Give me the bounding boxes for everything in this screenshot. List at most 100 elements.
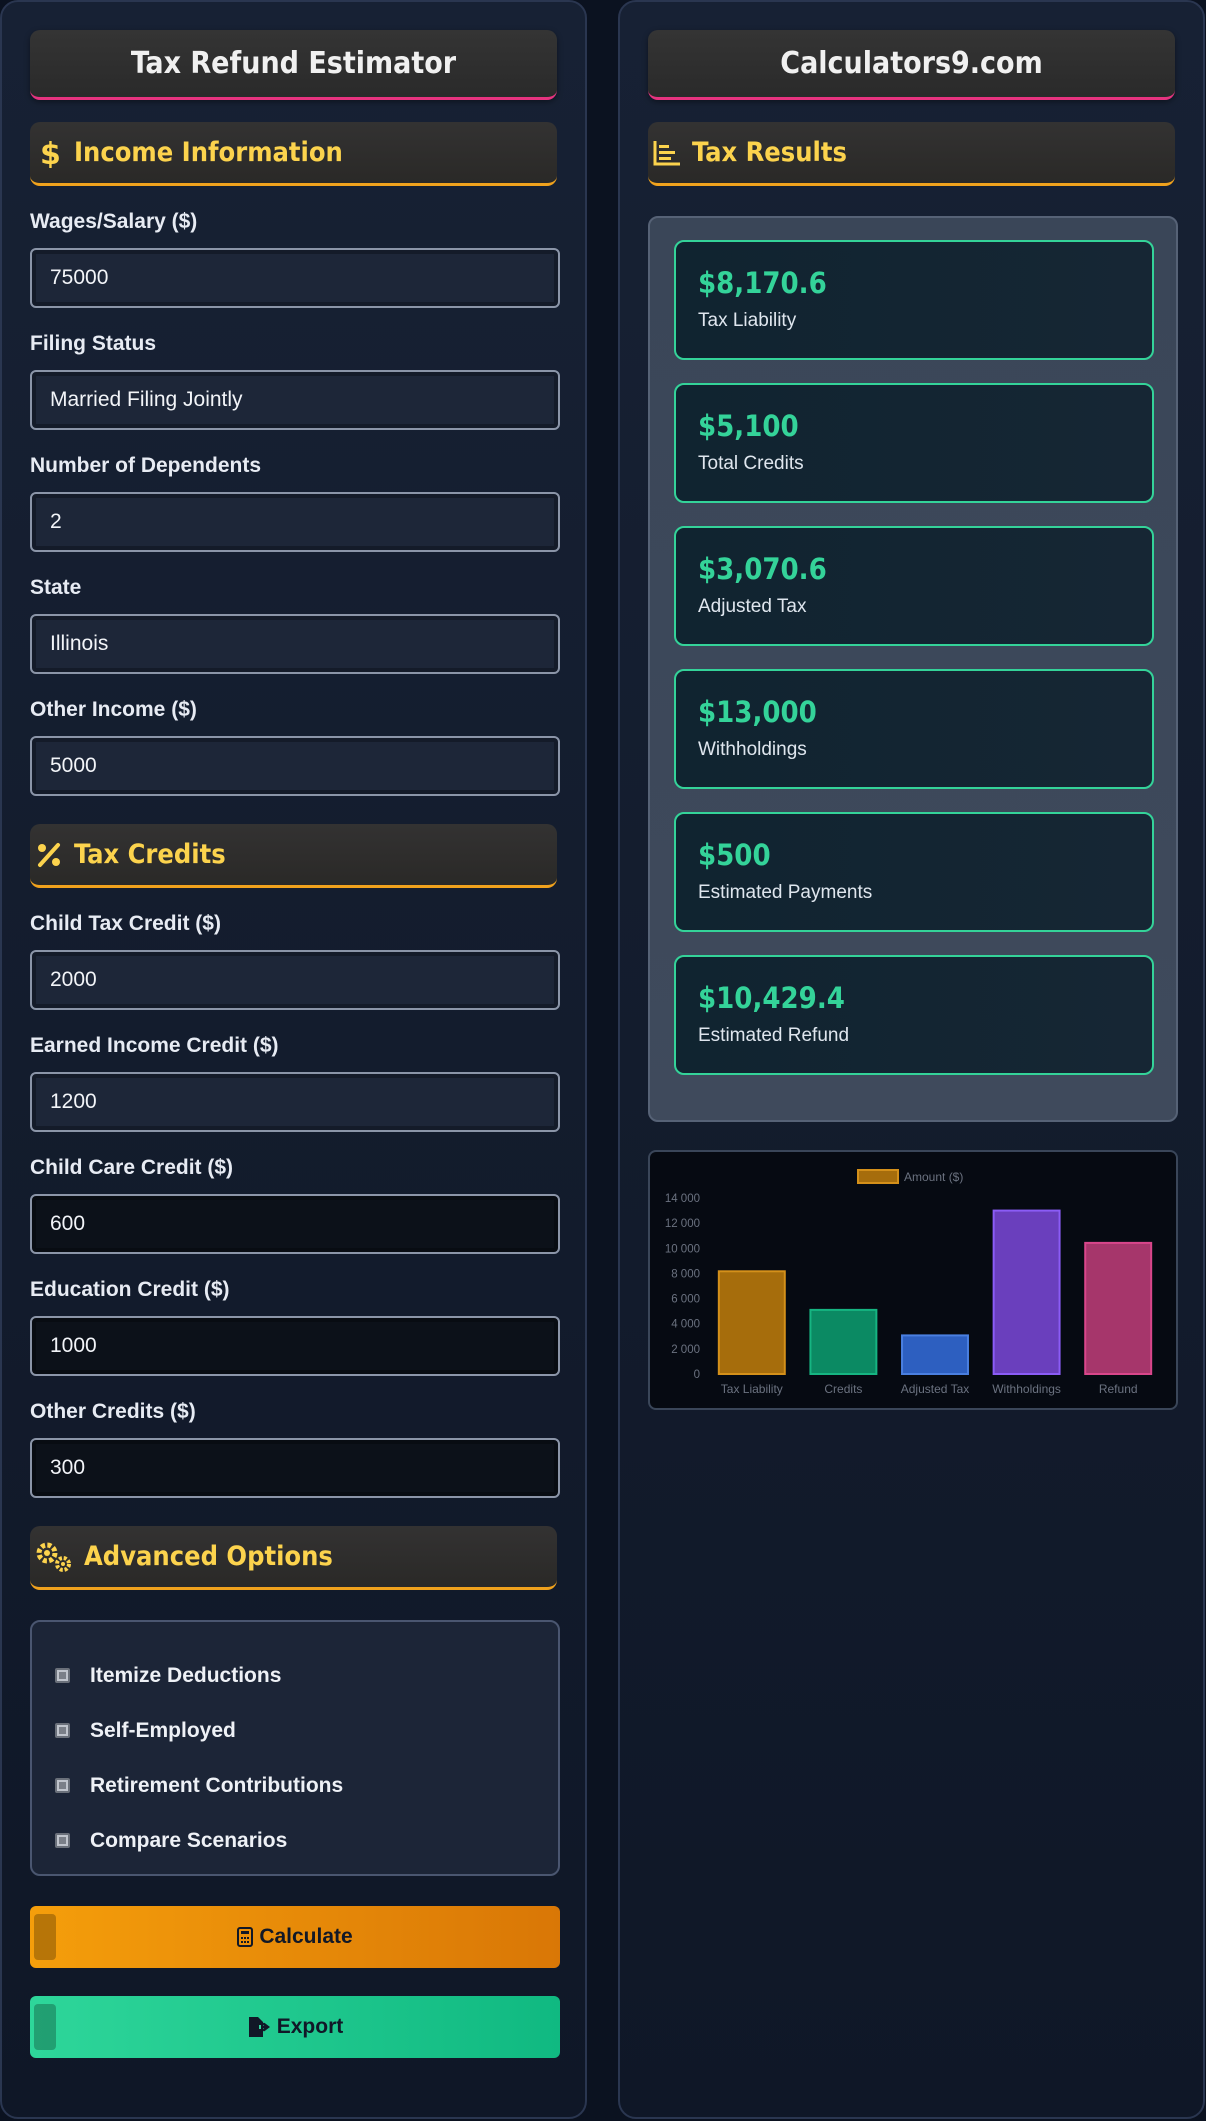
x-tick-label: Withholdings <box>992 1382 1061 1396</box>
field-label: Child Tax Credit ($) <box>30 912 221 935</box>
dependents-field: Number of Dependents 2 <box>30 454 560 552</box>
button-label: Calculate <box>259 1925 353 1948</box>
earned-income-credit-input[interactable]: 1200 <box>30 1072 560 1132</box>
result-value: $8,170.6 <box>698 266 827 300</box>
result-card-withholdings: $13,000 Withholdings <box>674 669 1154 789</box>
result-label: Tax Liability <box>698 310 797 331</box>
option-retirement-contributions[interactable]: Retirement Contributions <box>54 1758 536 1813</box>
y-tick-label: 2 000 <box>671 1344 700 1356</box>
calculator-icon <box>237 1927 254 1947</box>
state-select[interactable]: Illinois <box>30 614 560 674</box>
checkbox[interactable] <box>55 1723 70 1738</box>
y-tick-label: 4 000 <box>671 1319 700 1331</box>
checkbox[interactable] <box>55 1833 70 1848</box>
option-itemize-deductions[interactable]: Itemize Deductions <box>54 1648 536 1703</box>
section-title: Income Information <box>74 137 343 168</box>
button-grip <box>34 1914 56 1960</box>
child-care-credit-field: Child Care Credit ($) 600 <box>30 1156 560 1254</box>
option-label: Retirement Contributions <box>90 1773 344 1797</box>
advanced-options-box: Itemize Deductions Self-Employed Retirem… <box>30 1620 560 1876</box>
result-value: $500 <box>698 838 771 872</box>
results-panel: Calculators9.com Tax Results $8,170.6 Ta… <box>618 0 1205 2119</box>
section-title: Tax Results <box>692 137 847 168</box>
percent-icon <box>34 840 64 870</box>
child-tax-credit-field: Child Tax Credit ($) 2000 <box>30 912 560 1010</box>
y-tick-label: 12 000 <box>665 1218 700 1230</box>
results-chart: Amount ($) 0 2 000 4 000 6 000 8 000 10 000 12 … <box>648 1150 1178 1410</box>
bar-chart: Amount ($) 0 2 000 4 000 6 000 8 000 10 000 12 … <box>656 1158 1170 1402</box>
wages-field: Wages/Salary ($) 75000 <box>30 210 560 308</box>
file-export-icon <box>247 2016 271 2038</box>
other-income-field: Other Income ($) 5000 <box>30 698 560 796</box>
calculate-button[interactable]: Calculate <box>30 1906 560 1968</box>
other-income-input[interactable]: 5000 <box>30 736 560 796</box>
dependents-input[interactable]: 2 <box>30 492 560 552</box>
result-card-tax-liability: $8,170.6 Tax Liability <box>674 240 1154 360</box>
x-tick-label: Credits <box>824 1382 862 1396</box>
result-value: $10,429.4 <box>698 981 845 1015</box>
section-advanced-options: Advanced Options <box>30 1526 557 1590</box>
field-label: Filing Status <box>30 332 156 355</box>
field-label: Other Credits ($) <box>30 1400 196 1423</box>
bar <box>809 1308 878 1375</box>
field-label: State <box>30 576 82 599</box>
wages-input[interactable]: 75000 <box>30 248 560 308</box>
input-panel: Tax Refund Estimator $ Income Informatio… <box>0 0 587 2119</box>
filing-status-field: Filing Status Married Filing Jointly <box>30 332 560 430</box>
y-tick-label: 10 000 <box>665 1243 700 1255</box>
dollar-icon: $ <box>34 138 64 168</box>
x-tick-label: Adjusted Tax <box>901 1382 970 1396</box>
option-compare-scenarios[interactable]: Compare Scenarios <box>54 1813 536 1868</box>
bar <box>717 1270 786 1375</box>
result-label: Withholdings <box>698 739 807 760</box>
earned-income-credit-field: Earned Income Credit ($) 1200 <box>30 1034 560 1132</box>
result-card-estimated-payments: $500 Estimated Payments <box>674 812 1154 932</box>
section-tax-results: Tax Results <box>648 122 1175 186</box>
site-title: Calculators9.com <box>648 30 1175 100</box>
bar <box>1084 1241 1153 1375</box>
option-label: Self-Employed <box>90 1718 236 1742</box>
state-field: State Illinois <box>30 576 560 674</box>
button-grip <box>34 2004 56 2050</box>
field-label: Earned Income Credit ($) <box>30 1034 279 1057</box>
child-tax-credit-input[interactable]: 2000 <box>30 950 560 1010</box>
field-label: Child Care Credit ($) <box>30 1156 234 1179</box>
other-credits-field: Other Credits ($) 300 <box>30 1400 560 1498</box>
filing-status-select[interactable]: Married Filing Jointly <box>30 370 560 430</box>
education-credit-field: Education Credit ($) 1000 <box>30 1278 560 1376</box>
bar <box>992 1209 1061 1376</box>
child-care-credit-input[interactable]: 600 <box>30 1194 560 1254</box>
button-label: Export <box>276 2015 344 2038</box>
result-card-total-credits: $5,100 Total Credits <box>674 383 1154 503</box>
results-box: $8,170.6 Tax Liability $5,100 Total Cred… <box>648 216 1178 1122</box>
y-tick-label: 14 000 <box>665 1193 700 1205</box>
x-tick-label: Refund <box>1099 1382 1138 1396</box>
export-button[interactable]: Export <box>30 1996 560 2058</box>
result-card-adjusted-tax: $3,070.6 Adjusted Tax <box>674 526 1154 646</box>
bar-chart-icon <box>652 138 682 168</box>
result-label: Total Credits <box>698 453 804 474</box>
result-label: Estimated Payments <box>698 882 873 903</box>
option-self-employed[interactable]: Self-Employed <box>54 1703 536 1758</box>
section-title: Advanced Options <box>84 1541 333 1572</box>
result-value: $3,070.6 <box>698 552 827 586</box>
field-label: Education Credit ($) <box>30 1278 230 1301</box>
section-income-information: $ Income Information <box>30 122 557 186</box>
y-tick-label: 0 <box>694 1369 700 1381</box>
option-label: Compare Scenarios <box>90 1828 288 1852</box>
section-tax-credits: Tax Credits <box>30 824 557 888</box>
checkbox[interactable] <box>55 1668 70 1683</box>
result-card-estimated-refund: $10,429.4 Estimated Refund <box>674 955 1154 1075</box>
bar <box>901 1334 969 1376</box>
x-tick-label: Tax Liability <box>721 1382 783 1396</box>
svg-text:$: $ <box>40 138 60 168</box>
checkbox[interactable] <box>55 1778 70 1793</box>
app-title: Tax Refund Estimator <box>30 30 557 100</box>
result-value: $13,000 <box>698 695 817 729</box>
field-label: Number of Dependents <box>30 454 262 477</box>
education-credit-input[interactable]: 1000 <box>30 1316 560 1376</box>
field-label: Wages/Salary ($) <box>30 210 198 233</box>
field-label: Other Income ($) <box>30 698 197 721</box>
gears-icon <box>34 1542 74 1572</box>
other-credits-input[interactable]: 300 <box>30 1438 560 1498</box>
